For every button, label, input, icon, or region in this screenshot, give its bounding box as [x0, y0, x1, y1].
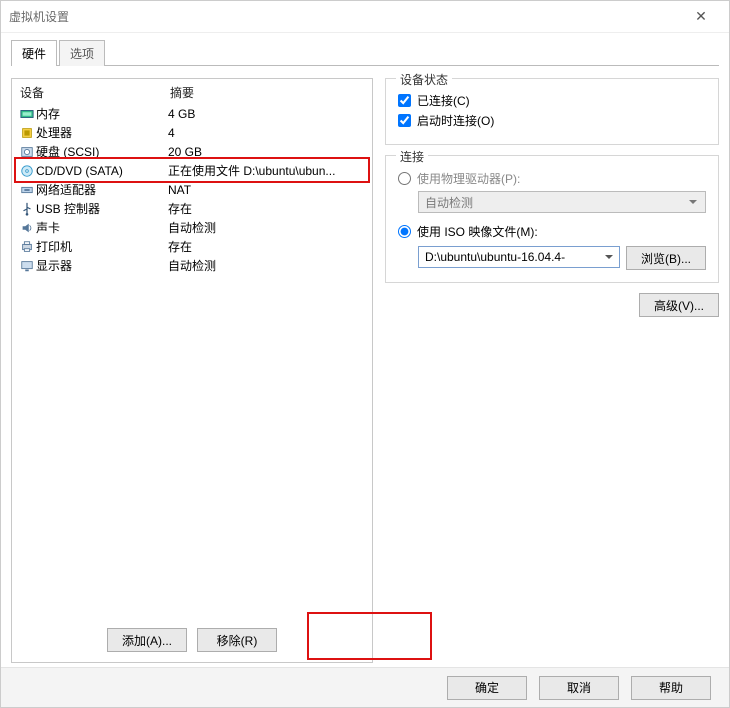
radio-label: 使用物理驱动器(P): [417, 170, 520, 187]
row-label: 显示器 [36, 257, 168, 274]
group-connection: 连接 使用物理驱动器(P): 自动检测 使用 ISO 映像文件(M): [385, 155, 719, 283]
dialog-footer: 确定 取消 帮助 [1, 667, 729, 707]
device-panel: 设备 摘要 内存 4 GB 处理器 4 [11, 78, 373, 663]
group-device-status: 设备状态 已连接(C) 启动时连接(O) [385, 78, 719, 145]
help-button[interactable]: 帮助 [631, 676, 711, 700]
chk-label: 启动时连接(O) [417, 112, 494, 129]
row-label: 声卡 [36, 219, 168, 236]
row-display[interactable]: 显示器 自动检测 [12, 256, 372, 275]
sound-icon [18, 221, 36, 235]
browse-button[interactable]: 浏览(B)... [626, 246, 706, 270]
row-summary: 4 GB [168, 107, 366, 121]
radio-physical-input[interactable] [398, 172, 411, 185]
advanced-button[interactable]: 高级(V)... [639, 293, 719, 317]
row-label: USB 控制器 [36, 200, 168, 217]
radio-label: 使用 ISO 映像文件(M): [417, 223, 538, 240]
add-button[interactable]: 添加(A)... [107, 628, 187, 652]
row-network[interactable]: 网络适配器 NAT [12, 180, 372, 199]
device-list[interactable]: 内存 4 GB 处理器 4 硬盘 (SCSI) 20 GB [12, 104, 372, 662]
dialog-body: 设备 摘要 内存 4 GB 处理器 4 [1, 66, 729, 667]
group-legend: 设备状态 [396, 71, 452, 88]
advanced-row: 高级(V)... [385, 293, 719, 317]
group-legend: 连接 [396, 148, 428, 165]
row-summary: 20 GB [168, 145, 366, 159]
physical-drive-select[interactable]: 自动检测 [418, 191, 706, 213]
iso-path-input[interactable]: D:\ubuntu\ubuntu-16.04.4- [418, 246, 620, 268]
row-label: CD/DVD (SATA) [36, 164, 168, 178]
title-bar: 虚拟机设置 ✕ [1, 1, 729, 33]
row-summary: 自动检测 [168, 219, 366, 236]
row-summary: NAT [168, 183, 366, 197]
display-icon [18, 259, 36, 273]
radio-iso-input[interactable] [398, 225, 411, 238]
row-cd-dvd[interactable]: CD/DVD (SATA) 正在使用文件 D:\ubuntu\ubun... [12, 161, 372, 180]
chk-connected[interactable]: 已连接(C) [398, 92, 706, 109]
radio-physical[interactable]: 使用物理驱动器(P): [398, 170, 706, 187]
chk-connect-at-boot-box[interactable] [398, 114, 411, 127]
settings-panel: 设备状态 已连接(C) 启动时连接(O) 连接 使用物理驱动器(P): [385, 78, 719, 663]
tab-hardware[interactable]: 硬件 [11, 40, 57, 66]
row-label: 网络适配器 [36, 181, 168, 198]
chk-connected-box[interactable] [398, 94, 411, 107]
row-summary: 存在 [168, 200, 366, 217]
row-summary: 4 [168, 126, 366, 140]
dialog-content: 硬件 选项 设备 摘要 内存 4 GB [1, 33, 729, 707]
memory-icon [18, 107, 36, 121]
cancel-button[interactable]: 取消 [539, 676, 619, 700]
tab-strip: 硬件 选项 [1, 39, 729, 65]
row-label: 内存 [36, 105, 168, 122]
device-list-header: 设备 摘要 [12, 79, 372, 104]
iso-row: D:\ubuntu\ubuntu-16.04.4- 浏览(B)... [418, 246, 706, 270]
network-icon [18, 183, 36, 197]
cpu-icon [18, 126, 36, 140]
ok-button[interactable]: 确定 [447, 676, 527, 700]
row-label: 处理器 [36, 124, 168, 141]
row-label: 硬盘 (SCSI) [36, 143, 168, 160]
col-device: 设备 [20, 84, 170, 101]
remove-button[interactable]: 移除(R) [197, 628, 277, 652]
row-label: 打印机 [36, 238, 168, 255]
row-summary: 正在使用文件 D:\ubuntu\ubun... [168, 162, 366, 179]
iso-path-value: D:\ubuntu\ubuntu-16.04.4- [425, 250, 565, 264]
cd-icon [18, 164, 36, 178]
disk-icon [18, 145, 36, 159]
row-summary: 存在 [168, 238, 366, 255]
chk-label: 已连接(C) [417, 92, 470, 109]
select-value: 自动检测 [425, 194, 473, 211]
printer-icon [18, 240, 36, 254]
tab-options[interactable]: 选项 [59, 40, 105, 66]
row-cpu[interactable]: 处理器 4 [12, 123, 372, 142]
chk-connect-at-boot[interactable]: 启动时连接(O) [398, 112, 706, 129]
row-memory[interactable]: 内存 4 GB [12, 104, 372, 123]
row-hard-disk[interactable]: 硬盘 (SCSI) 20 GB [12, 142, 372, 161]
row-summary: 自动检测 [168, 257, 366, 274]
row-sound[interactable]: 声卡 自动检测 [12, 218, 372, 237]
row-usb[interactable]: USB 控制器 存在 [12, 199, 372, 218]
window-title: 虚拟机设置 [9, 8, 681, 25]
radio-iso[interactable]: 使用 ISO 映像文件(M): [398, 223, 706, 240]
usb-icon [18, 202, 36, 216]
vm-settings-window: 虚拟机设置 ✕ 硬件 选项 设备 摘要 内存 4 GB [0, 0, 730, 708]
close-button[interactable]: ✕ [681, 8, 721, 25]
col-summary: 摘要 [170, 84, 364, 101]
device-buttons: 添加(A)... 移除(R) [12, 628, 372, 652]
row-printer[interactable]: 打印机 存在 [12, 237, 372, 256]
